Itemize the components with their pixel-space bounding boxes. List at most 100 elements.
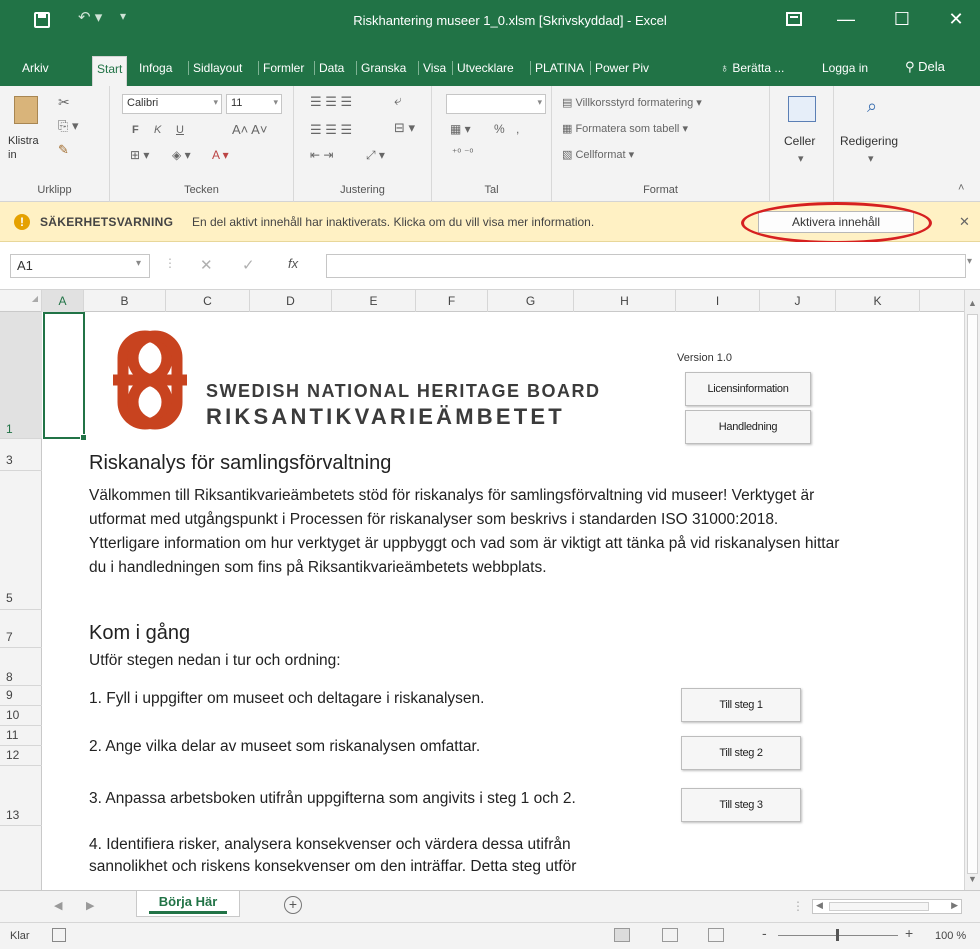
- font-name-select[interactable]: Calibri ▾: [122, 94, 222, 114]
- number-format-select[interactable]: ▾: [446, 94, 546, 114]
- login-link[interactable]: Logga in: [822, 61, 868, 75]
- paste-button[interactable]: Klistra in: [8, 134, 48, 162]
- name-box-dropdown-icon[interactable]: ▾: [136, 258, 141, 269]
- column-header-k[interactable]: K: [836, 290, 920, 312]
- step-3-button[interactable]: Till steg 3: [681, 788, 801, 822]
- name-box[interactable]: A1 ▾: [10, 254, 150, 278]
- column-header-j[interactable]: J: [760, 290, 836, 312]
- tab-formler[interactable]: Formler: [258, 61, 304, 75]
- tab-arkiv[interactable]: Arkiv: [22, 61, 49, 75]
- worksheet[interactable]: SWEDISH NATIONAL HERITAGE BOARD RIKSANTI…: [43, 312, 964, 890]
- collapse-ribbon-icon[interactable]: ˄: [958, 182, 964, 194]
- tab-sidlayout[interactable]: Sidlayout: [188, 61, 242, 75]
- cells-button[interactable]: Celler: [784, 134, 815, 148]
- scroll-right-icon[interactable]: ▶: [951, 900, 958, 911]
- bold-button[interactable]: F: [132, 124, 139, 136]
- font-size-select[interactable]: 11 ▾: [226, 94, 282, 114]
- vertical-scrollbar[interactable]: ▲ ▼: [964, 290, 980, 890]
- tab-utvecklare[interactable]: Utvecklare: [452, 61, 514, 75]
- editing-dropdown-icon[interactable]: ▾: [868, 152, 874, 165]
- cut-icon[interactable]: ✂: [58, 94, 70, 111]
- row-header-12[interactable]: 12: [0, 746, 42, 766]
- minimize-button[interactable]: —: [826, 6, 866, 32]
- percent-button[interactable]: %: [494, 122, 505, 136]
- column-header-i[interactable]: I: [676, 290, 760, 312]
- align-top-icon[interactable]: ☰ ☰ ☰: [310, 94, 352, 110]
- column-header-h[interactable]: H: [574, 290, 676, 312]
- tab-infoga[interactable]: Infoga: [139, 61, 172, 75]
- sheet-tab-borja-har[interactable]: Börja Här: [136, 891, 240, 917]
- horizontal-scroll-thumb[interactable]: [829, 902, 929, 911]
- row-header-3[interactable]: 3: [0, 439, 42, 471]
- prev-sheet-icon[interactable]: ◀: [54, 899, 62, 912]
- decimal-icon[interactable]: ⁺⁰ ⁻⁰: [452, 148, 473, 159]
- share-button[interactable]: ⚲ Dela: [905, 59, 945, 75]
- column-header-d[interactable]: D: [250, 290, 332, 312]
- italic-button[interactable]: K: [154, 124, 161, 136]
- fill-color-icon[interactable]: ◈ ▾: [172, 148, 191, 162]
- step-1-button[interactable]: Till steg 1: [681, 688, 801, 722]
- row-header-13[interactable]: 13: [0, 766, 42, 826]
- row-header-11[interactable]: 11: [0, 726, 42, 746]
- vertical-scroll-thumb[interactable]: [967, 314, 978, 874]
- scroll-down-icon[interactable]: ▼: [968, 874, 977, 884]
- cell-styles-button[interactable]: ▧ Cellformat ▾: [562, 148, 634, 161]
- column-header-c[interactable]: C: [166, 290, 250, 312]
- copy-icon[interactable]: ⎘ ▾: [58, 118, 79, 134]
- formula-input[interactable]: [326, 254, 966, 278]
- security-warning-message[interactable]: En del aktivt innehåll har inaktiverats.…: [192, 215, 594, 229]
- merge-icon[interactable]: ⊟ ▾: [394, 120, 415, 136]
- insert-function-icon[interactable]: fx: [288, 256, 298, 271]
- zoom-out-button[interactable]: -: [762, 925, 767, 941]
- scroll-left-icon[interactable]: ◀: [816, 900, 823, 911]
- add-sheet-button[interactable]: +: [284, 896, 302, 914]
- font-color-icon[interactable]: A ▾: [212, 148, 229, 162]
- next-sheet-icon[interactable]: ▶: [86, 899, 94, 912]
- column-header-a[interactable]: A: [42, 290, 84, 312]
- align-left-icon[interactable]: ☰ ☰ ☰: [310, 122, 352, 138]
- selected-cell-a1[interactable]: [43, 312, 87, 441]
- column-header-b[interactable]: B: [84, 290, 166, 312]
- conditional-formatting-button[interactable]: ▤ Villkorsstyrd formatering ▾: [562, 96, 702, 109]
- column-header-f[interactable]: F: [416, 290, 488, 312]
- macro-recording-icon[interactable]: [52, 928, 66, 942]
- tell-me-search[interactable]: ♁ Berätta ...: [720, 61, 784, 75]
- guide-button[interactable]: Handledning: [685, 410, 811, 444]
- zoom-slider-knob[interactable]: [836, 929, 839, 941]
- zoom-level[interactable]: 100 %: [935, 930, 966, 942]
- cancel-icon[interactable]: ✕: [200, 256, 213, 274]
- close-security-bar-icon[interactable]: ✕: [959, 214, 970, 230]
- underline-button[interactable]: U: [176, 124, 184, 136]
- tab-granska[interactable]: Granska: [356, 61, 406, 75]
- horizontal-scrollbar[interactable]: ◀ ▶: [812, 899, 962, 914]
- select-all-corner[interactable]: ◢: [0, 290, 42, 312]
- scroll-up-icon[interactable]: ▲: [968, 298, 977, 308]
- cells-dropdown-icon[interactable]: ▾: [798, 152, 804, 165]
- normal-view-icon[interactable]: [614, 928, 630, 942]
- row-header-9[interactable]: 9: [0, 686, 42, 706]
- row-header-10[interactable]: 10: [0, 706, 42, 726]
- orientation-icon[interactable]: ⤢ ▾: [366, 148, 385, 163]
- tab-splitter-icon[interactable]: ⋮: [792, 899, 804, 913]
- editing-button[interactable]: Redigering: [840, 134, 898, 148]
- borders-icon[interactable]: ⊞ ▾: [130, 148, 149, 162]
- comma-icon[interactable]: ,: [516, 122, 519, 136]
- expand-formula-bar-icon[interactable]: ▾: [967, 256, 972, 267]
- enter-icon[interactable]: ✓: [242, 256, 255, 274]
- wrap-text-icon[interactable]: ⤶: [394, 92, 402, 109]
- row-header-7[interactable]: 7: [0, 610, 42, 648]
- page-layout-view-icon[interactable]: [662, 928, 678, 942]
- tab-start[interactable]: Start: [92, 56, 128, 86]
- column-header-g[interactable]: G: [488, 290, 574, 312]
- format-as-table-button[interactable]: ▦ Formatera som tabell ▾: [562, 122, 688, 135]
- format-painter-icon[interactable]: ✎: [58, 142, 69, 158]
- close-button[interactable]: ✕: [936, 6, 976, 32]
- page-break-view-icon[interactable]: [708, 928, 724, 942]
- tab-powerpivot[interactable]: Power Piv: [590, 61, 649, 75]
- ribbon-display-options-icon[interactable]: [786, 12, 802, 26]
- row-header-8[interactable]: 8: [0, 648, 42, 686]
- tab-data[interactable]: Data: [314, 61, 344, 75]
- license-info-button[interactable]: Licensinformation: [685, 372, 811, 406]
- step-2-button[interactable]: Till steg 2: [681, 736, 801, 770]
- zoom-in-button[interactable]: +: [905, 925, 913, 941]
